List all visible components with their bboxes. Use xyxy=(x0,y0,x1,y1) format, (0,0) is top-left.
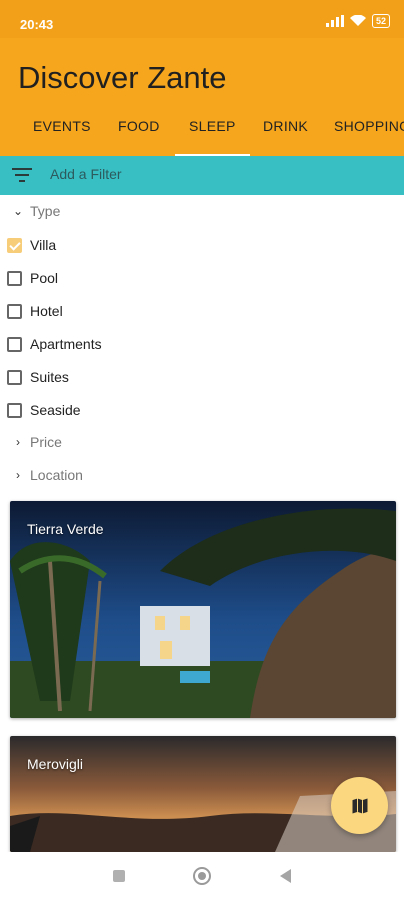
battery-level: 52 xyxy=(375,16,386,26)
map-fab-button[interactable] xyxy=(331,777,388,834)
option-label: Pool xyxy=(30,270,59,286)
filter-bar[interactable]: Add a Filter xyxy=(0,156,404,195)
type-option-hotel[interactable]: Hotel xyxy=(7,303,63,319)
tab-shopping[interactable]: SHOPPING xyxy=(334,108,404,156)
price-section-header[interactable]: › Price xyxy=(10,434,62,450)
listing-title: Tierra Verde xyxy=(27,521,104,537)
wifi-icon xyxy=(349,15,366,26)
checkbox[interactable] xyxy=(7,270,22,286)
type-option-pool[interactable]: Pool xyxy=(7,270,58,286)
location-section-label: Location xyxy=(30,467,83,483)
option-label: Hotel xyxy=(30,303,63,319)
option-label: Apartments xyxy=(30,336,102,352)
listing-title: Merovigli xyxy=(27,756,84,772)
tab-events[interactable]: EVENTS xyxy=(33,108,91,156)
status-time: 20:43 xyxy=(20,17,54,32)
tab-drink[interactable]: DRINK xyxy=(263,108,308,156)
chevron-right-icon: › xyxy=(16,468,20,482)
type-option-villa[interactable]: Villa xyxy=(7,237,56,253)
home-button[interactable] xyxy=(193,867,211,885)
type-section-label: Type xyxy=(30,203,61,219)
location-section-header[interactable]: › Location xyxy=(10,467,83,483)
battery-icon: 52 xyxy=(371,14,390,28)
status-bar: 20:43 52 xyxy=(0,0,404,38)
category-tabs: EVENTS FOOD SLEEP DRINK SHOPPING xyxy=(0,108,404,156)
type-section-header[interactable]: ⌄ Type xyxy=(10,203,60,219)
checkbox[interactable] xyxy=(7,303,22,319)
listing-card-tierra-verde[interactable]: Tierra Verde xyxy=(10,501,396,718)
price-section-label: Price xyxy=(30,434,62,450)
app-title: Discover Zante xyxy=(18,60,227,95)
filter-list-icon[interactable] xyxy=(12,168,32,184)
tab-sleep[interactable]: SLEEP xyxy=(175,108,250,156)
checkbox[interactable] xyxy=(7,336,22,352)
tab-food[interactable]: FOOD xyxy=(118,108,160,156)
system-nav-bar xyxy=(0,852,404,900)
signal-icon xyxy=(325,15,344,27)
checkbox[interactable] xyxy=(7,369,22,385)
chevron-right-icon: › xyxy=(16,435,20,449)
status-icons: 52 xyxy=(325,14,390,28)
type-option-suites[interactable]: Suites xyxy=(7,369,69,385)
map-icon xyxy=(352,798,367,813)
option-label: Seaside xyxy=(30,402,81,418)
type-option-apartments[interactable]: Apartments xyxy=(7,336,102,352)
option-label: Suites xyxy=(30,369,69,385)
app-bar: Discover Zante EVENTS FOOD SLEEP DRINK S… xyxy=(0,38,404,156)
checkbox[interactable] xyxy=(7,402,22,418)
checkbox-checked[interactable] xyxy=(7,237,22,253)
chevron-down-icon: ⌄ xyxy=(12,204,24,218)
add-filter-input[interactable]: Add a Filter xyxy=(50,166,122,182)
recents-button[interactable] xyxy=(113,870,125,882)
option-label: Villa xyxy=(30,237,57,253)
type-option-seaside[interactable]: Seaside xyxy=(7,402,81,418)
back-button[interactable] xyxy=(280,869,291,883)
